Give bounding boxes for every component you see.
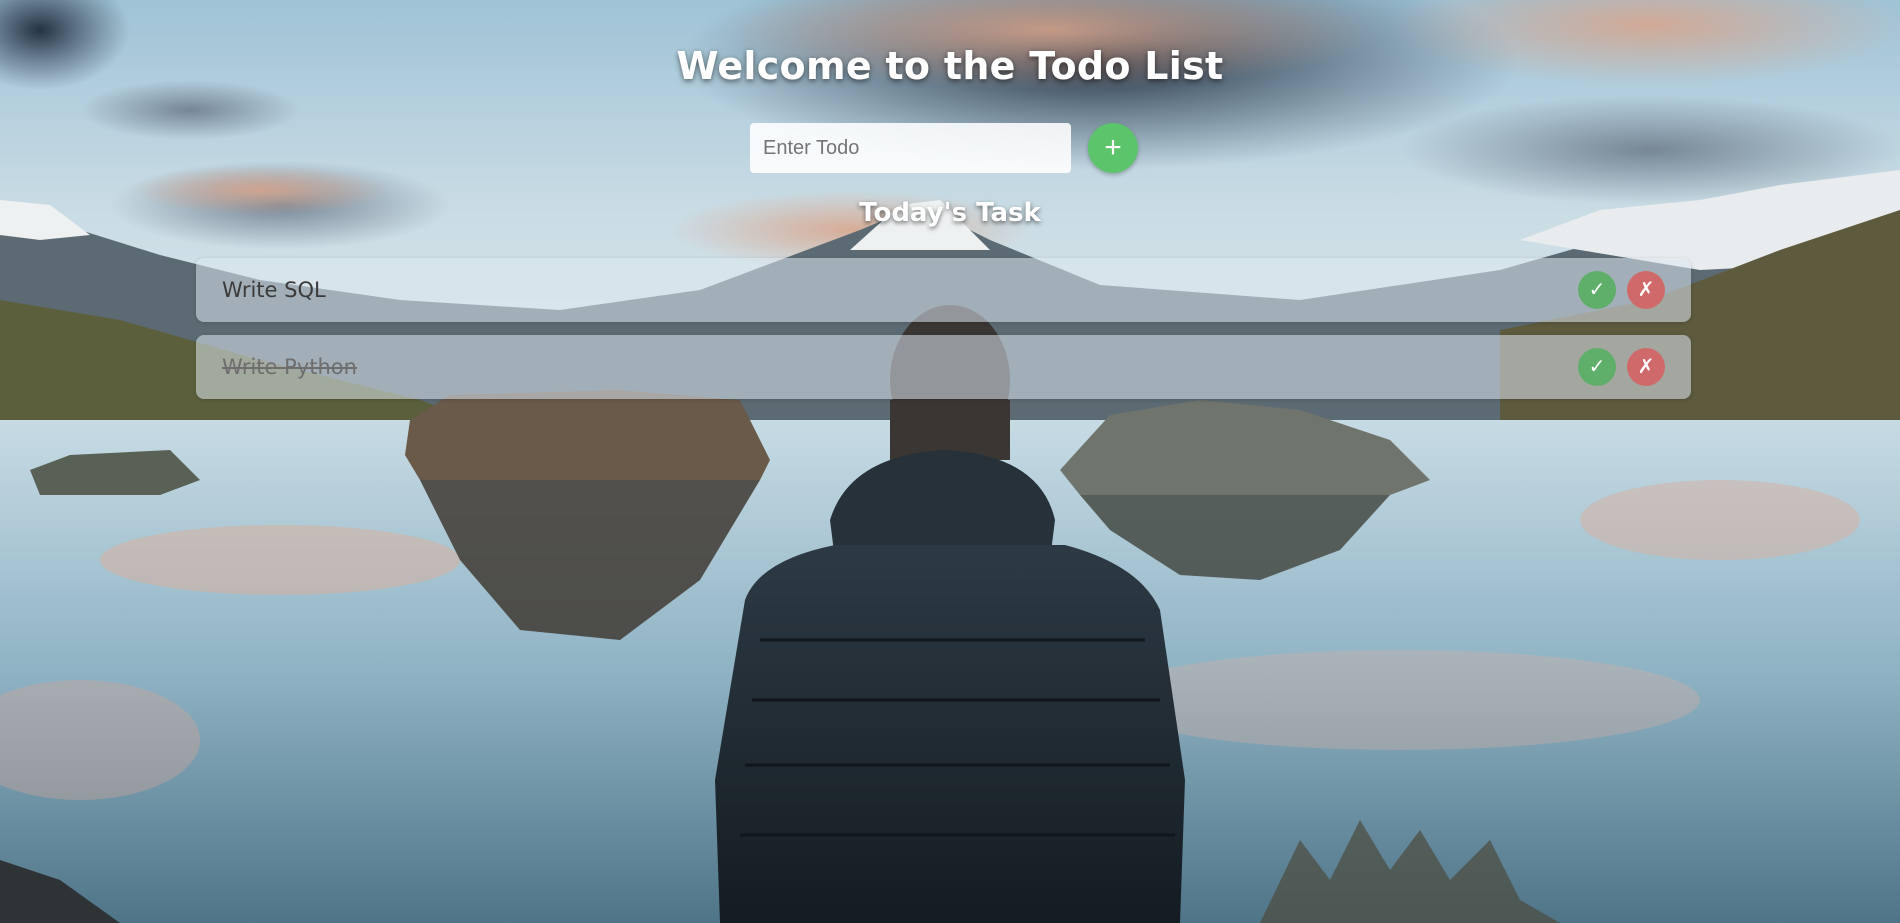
task-text: Write SQL [222, 278, 326, 302]
delete-task-button[interactable]: ✗ [1627, 271, 1665, 309]
todo-input[interactable] [750, 123, 1071, 173]
delete-task-button[interactable]: ✗ [1627, 348, 1665, 386]
add-todo-form: + [750, 122, 1138, 174]
cross-icon: ✗ [1637, 279, 1655, 301]
task-actions: ✓ ✗ [1578, 271, 1665, 309]
task-item: Write SQL ✓ ✗ [196, 258, 1691, 322]
add-todo-button[interactable]: + [1088, 123, 1138, 173]
task-text-completed: Write Python [222, 355, 357, 379]
task-item: Write Python ✓ ✗ [196, 335, 1691, 399]
check-icon: ✓ [1588, 279, 1606, 301]
complete-task-button[interactable]: ✓ [1578, 348, 1616, 386]
todo-app: Welcome to the Todo List + Today's Task … [0, 0, 1900, 923]
complete-task-button[interactable]: ✓ [1578, 271, 1616, 309]
task-actions: ✓ ✗ [1578, 348, 1665, 386]
cross-icon: ✗ [1637, 356, 1655, 378]
check-icon: ✓ [1588, 356, 1606, 378]
page-title: Welcome to the Todo List [676, 44, 1224, 88]
section-title: Today's Task [859, 198, 1041, 228]
plus-icon: + [1104, 131, 1122, 164]
task-list: Write SQL ✓ ✗ Write Python ✓ ✗ [196, 258, 1691, 412]
